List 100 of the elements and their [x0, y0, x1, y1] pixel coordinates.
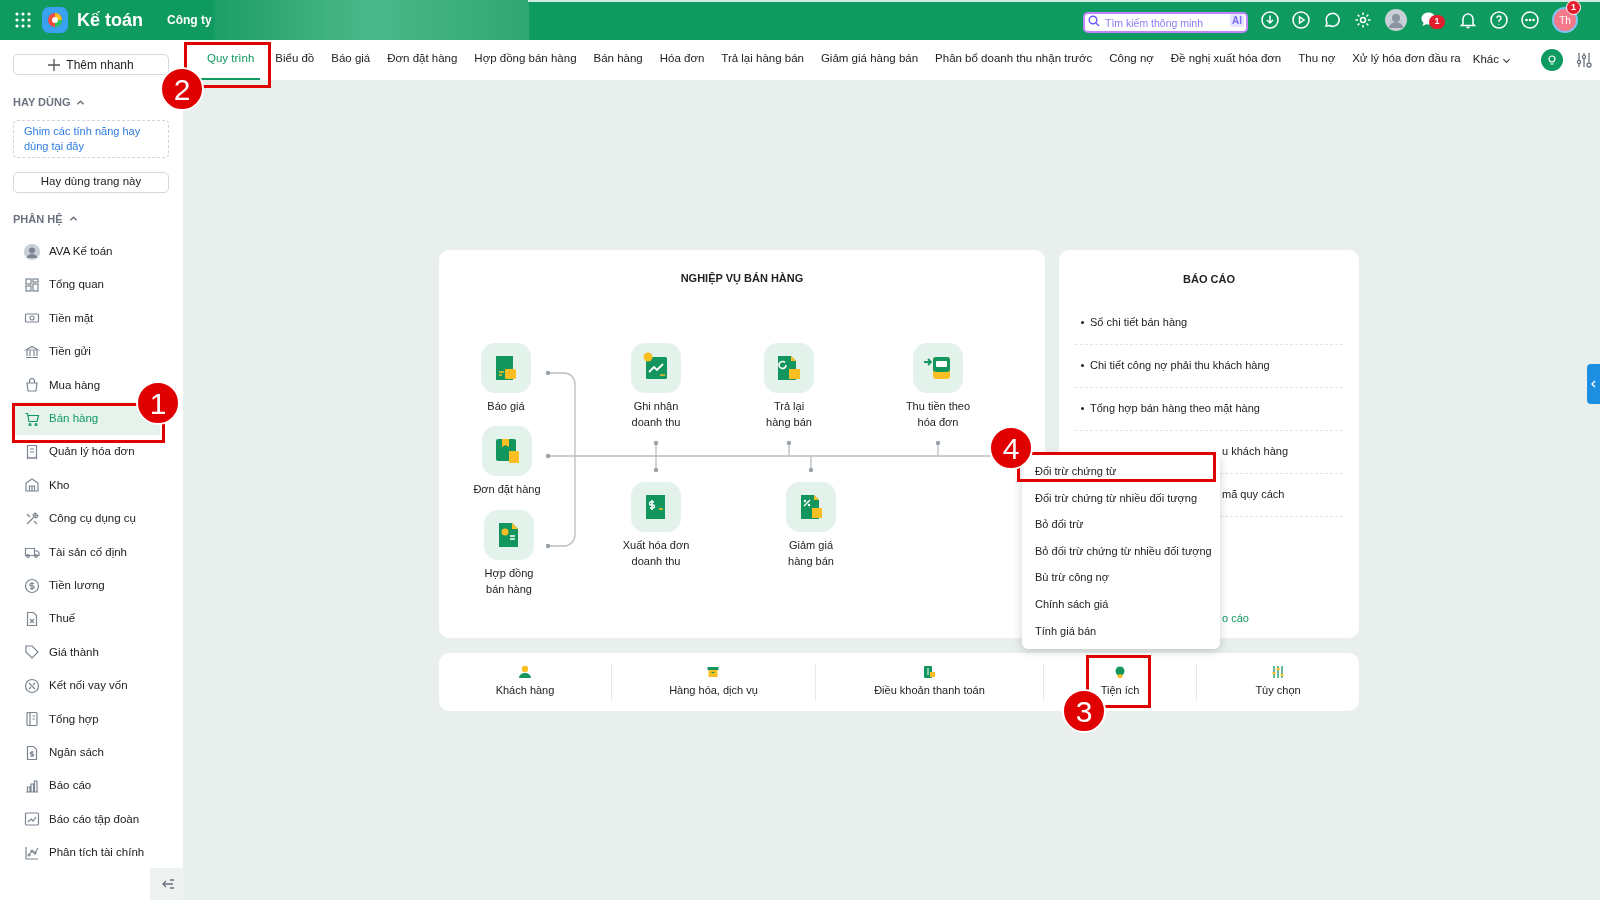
sidebar-item[interactable]: Báo cáo tập đoàn [14, 802, 140, 837]
receipt-icon[interactable] [481, 343, 531, 393]
sidebar-item[interactable]: Tài sản cố định [14, 535, 127, 569]
tab[interactable]: Đề nghị xuất hóa đơn [1168, 40, 1284, 80]
company-name[interactable]: Công ty [167, 11, 212, 29]
sidebar-item[interactable]: Kết nối vay vốn [14, 669, 128, 703]
toolbar-button[interactable]: Tiện ích [1100, 665, 1140, 699]
process-step-label[interactable]: Trả lại hàng bán [734, 398, 844, 430]
report-link[interactable]: Sổ chi tiết bán hàng [1090, 314, 1188, 331]
toolbar-button[interactable]: Điều khoản thanh toán [874, 665, 985, 699]
process-step-label[interactable]: Đơn đặt hàng [452, 481, 562, 497]
more-icon[interactable] [1521, 11, 1539, 29]
sliders-icon[interactable] [1576, 52, 1592, 68]
sidebar-item[interactable]: Tổng hợp [14, 702, 99, 736]
bag-icon [24, 377, 40, 394]
bank-icon [24, 343, 40, 360]
tab[interactable]: Hóa đơn [657, 40, 707, 80]
process-step-label[interactable]: Hợp đồng bán hàng [454, 565, 564, 597]
link-circle-icon [24, 677, 40, 694]
more-tab[interactable]: Khác [1472, 51, 1511, 69]
app-grid-icon[interactable] [14, 11, 32, 29]
dollar-circle-icon [24, 577, 40, 594]
tab[interactable]: Biểu đồ [273, 40, 317, 80]
sidebar-item[interactable]: Tổng quan [14, 268, 104, 302]
menu-item[interactable]: Đối trừ chứng từ nhiều đối tượng [1035, 484, 1198, 512]
report-link[interactable]: o cáo [1222, 609, 1249, 626]
toolbar-button[interactable]: Hàng hóa, dịch vụ [669, 665, 758, 699]
money-document-icon [922, 665, 937, 680]
lightbulb-icon[interactable] [1541, 49, 1563, 71]
sidebar-item[interactable]: Mua hàng [14, 368, 101, 402]
report-link[interactable]: Chi tiết công nợ phải thu khách hàng [1090, 357, 1270, 374]
discount-document-icon[interactable] [786, 482, 836, 532]
tab[interactable]: Hợp đồng bán hàng [472, 40, 579, 80]
process-step-label[interactable]: Giảm giá hàng bán [756, 537, 866, 569]
sidebar-item[interactable]: Tiền gửi [14, 335, 91, 369]
menu-item[interactable]: Bỏ đối trừ [1035, 511, 1084, 538]
process-step-label[interactable]: Xuất hóa đơn doanh thu [601, 537, 711, 569]
tab[interactable]: Xử lý hóa đơn đầu ra [1350, 40, 1463, 80]
sidebar-item[interactable]: Tiền mặt [14, 301, 94, 336]
tab[interactable]: Báo giá [329, 40, 373, 80]
grid-icon [24, 277, 40, 294]
sidebar-item[interactable]: Thuế [14, 602, 76, 636]
tools-icon [24, 510, 40, 527]
tab[interactable]: Đơn đặt hàng [385, 40, 460, 80]
quick-add-button[interactable]: Thêm nhanh [13, 54, 169, 75]
toolbar-button[interactable]: Tùy chọn [1255, 665, 1301, 699]
process-step-label[interactable]: Ghi nhận doanh thu [601, 398, 711, 430]
pin-page-button[interactable]: Hay dùng trang này [13, 171, 169, 193]
report-link[interactable]: Tổng hợp bán hàng theo mặt hàng [1090, 400, 1260, 417]
tab[interactable]: Phân bổ doanh thu nhận trước [933, 40, 1095, 80]
connector-line [935, 440, 941, 457]
package-icon[interactable] [482, 426, 532, 476]
sidebar-item[interactable]: Giá thành [14, 635, 99, 670]
tab[interactable]: Thu nợ [1296, 40, 1338, 80]
bell-icon[interactable] [1459, 11, 1477, 29]
sidebar-item[interactable]: Phân tích tài chính [14, 836, 145, 870]
chevron-icon[interactable] [76, 97, 86, 107]
settings-icon[interactable] [1354, 11, 1372, 29]
menu-item[interactable]: Chính sách giá [1035, 590, 1109, 618]
bullet-icon [1081, 407, 1084, 410]
tab[interactable]: Quy trình [201, 40, 261, 80]
sidebar-item[interactable]: Ngân sách [14, 735, 104, 770]
menu-item[interactable]: Bỏ đối trừ chứng từ nhiều đối tượng [1035, 537, 1212, 565]
invoice-icon[interactable] [631, 482, 681, 532]
toolbar-button[interactable]: Khách hàng [495, 665, 555, 699]
tab[interactable]: Công nợ [1107, 40, 1156, 80]
sidebar-item[interactable]: Quản lý hóa đơn [14, 435, 135, 469]
download-icon[interactable] [1261, 11, 1279, 29]
bullet-icon [1081, 321, 1084, 324]
menu-item[interactable]: Đối trừ chứng từ [1035, 458, 1117, 485]
report-link[interactable]: mã quy cách [1222, 486, 1285, 503]
sidebar-item[interactable]: Kho [14, 468, 70, 503]
card-payment-icon[interactable] [913, 343, 963, 393]
play-icon[interactable] [1292, 11, 1310, 29]
warehouse-icon [24, 477, 40, 494]
report-link[interactable]: u khách hàng [1222, 443, 1289, 460]
box-icon [706, 665, 721, 680]
chevron-left-icon [1590, 380, 1597, 388]
help-icon[interactable] [1490, 11, 1508, 29]
tab[interactable]: Bán hàng [591, 40, 645, 80]
sidebar-item[interactable]: Công cụ dụng cụ [14, 502, 136, 536]
process-step-label[interactable]: Báo giá [451, 398, 561, 414]
person-icon [518, 665, 532, 680]
menu-item[interactable]: Tính giá bán [1035, 617, 1097, 645]
certificate-icon[interactable] [484, 510, 534, 560]
sidebar-item[interactable]: AVA Kế toán [14, 235, 113, 269]
tab[interactable]: Giảm giá hàng bán [818, 40, 921, 80]
tab[interactable]: Trả lại hàng bán [719, 40, 806, 80]
sidebar-item[interactable]: Tiền lương [14, 568, 105, 603]
section-heading: HAY DÙNG [13, 95, 71, 110]
side-panel-tab[interactable] [1587, 364, 1600, 404]
chat-bubble-icon[interactable] [1323, 11, 1341, 29]
return-document-icon[interactable] [764, 343, 814, 393]
chart-icon[interactable] [631, 343, 681, 393]
menu-item[interactable]: Bù trừ công nợ [1035, 564, 1109, 591]
avatar-icon[interactable] [1385, 9, 1407, 31]
collapse-sidebar-icon[interactable] [150, 868, 183, 900]
sidebar-item[interactable]: Báo cáo [14, 769, 92, 803]
card-title: NGHIỆP VỤ BÁN HÀNG [679, 271, 805, 287]
tag-icon [24, 644, 40, 661]
